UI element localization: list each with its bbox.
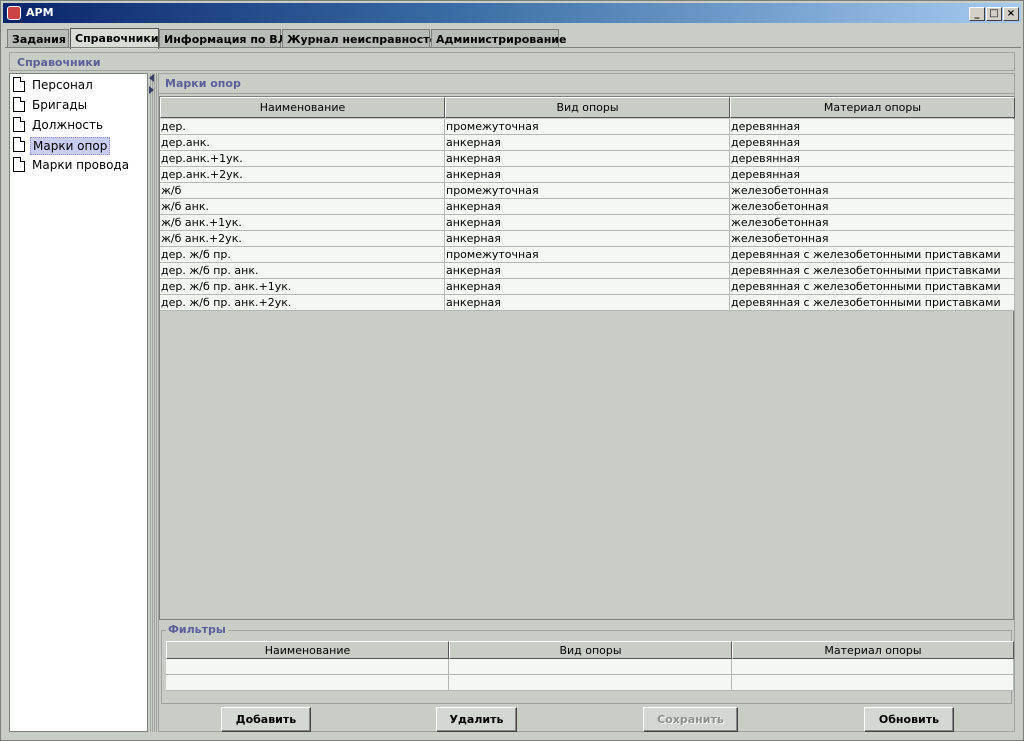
tree-item-label: Марки провода (32, 158, 130, 172)
table-row[interactable]: дер. ж/б пр. анк.+1ук. анкерная деревянная… (160, 279, 1015, 295)
main-title: Марки опор (159, 74, 1014, 94)
table-row[interactable]: дер. ж/б пр. анк. анкерная деревянная с же… (160, 263, 1015, 279)
document-icon (13, 97, 25, 112)
table-cell[interactable]: деревянная (730, 167, 1015, 183)
column-header-pole-kind[interactable]: Вид опоры (445, 97, 730, 118)
filter-header-name: Наименование (166, 641, 449, 659)
table-cell[interactable]: анкерная (445, 279, 730, 295)
filter-row-cell[interactable] (732, 675, 1014, 691)
table-cell[interactable]: анкерная (445, 295, 730, 311)
add-button[interactable]: Добавить (221, 707, 311, 732)
window-title: АРМ (26, 6, 54, 19)
tab-line-info[interactable]: Информация по ВЛ (159, 29, 287, 48)
tree-item-label: Бригады (32, 98, 88, 112)
close-button[interactable]: × (1003, 7, 1019, 21)
table-row[interactable]: дер. ж/б пр. анк.+2ук. анкерная деревянная… (160, 295, 1015, 311)
table-cell[interactable]: деревянная с железобетонными приставками (730, 279, 1015, 295)
expand-right-icon[interactable] (149, 86, 154, 94)
filter-row-cell[interactable] (449, 675, 732, 691)
table-cell[interactable]: деревянная (730, 119, 1015, 135)
tab-tasks[interactable]: Задания (7, 29, 69, 48)
minimize-button[interactable]: _ (969, 7, 985, 21)
table-row[interactable]: дер. ж/б пр. промежуточная деревянная с же… (160, 247, 1015, 263)
table-cell[interactable]: анкерная (445, 215, 730, 231)
document-icon (13, 77, 25, 92)
tab-directories[interactable]: Справочники (70, 28, 159, 49)
table-row[interactable]: ж/б анк. анкерная железобетонная (160, 199, 1015, 215)
table-cell[interactable]: деревянная (730, 151, 1015, 167)
table-cell[interactable]: деревянная с железобетонными приставками (730, 247, 1015, 263)
table-row[interactable]: ж/б анк.+1ук. анкерная железобетонная (160, 215, 1015, 231)
app-icon (7, 6, 21, 20)
table-cell[interactable]: ж/б анк. (160, 199, 445, 215)
table-row[interactable]: ж/б анк.+2ук. анкерная железобетонная (160, 231, 1015, 247)
maximize-button[interactable]: □ (986, 7, 1002, 21)
table-cell[interactable]: ж/б (160, 183, 445, 199)
table-cell[interactable]: ж/б анк.+1ук. (160, 215, 445, 231)
table-cell[interactable]: дер.анк. (160, 135, 445, 151)
table-cell[interactable]: анкерная (445, 135, 730, 151)
filter-row-cell[interactable] (166, 675, 449, 691)
filters-title: Фильтры (166, 623, 228, 636)
table-row[interactable]: ж/б промежуточная железобетонная (160, 183, 1015, 199)
table-cell[interactable]: дер. ж/б пр. анк. (160, 263, 445, 279)
table-row[interactable]: дер.анк.+1ук. анкерная деревянная (160, 151, 1015, 167)
table-cell[interactable]: дер.анк.+2ук. (160, 167, 445, 183)
table-cell[interactable]: дер. ж/б пр. анк.+2ук. (160, 295, 445, 311)
delete-button[interactable]: Удалить (436, 707, 517, 732)
main-panel: Марки опор Наименование Вид опоры Матери… (158, 73, 1015, 732)
filter-header-pole-material: Материал опоры (732, 641, 1014, 659)
document-icon (13, 157, 25, 172)
pole-types-table: Наименование Вид опоры Материал опоры де… (159, 96, 1015, 620)
table-cell[interactable]: железобетонная (730, 215, 1015, 231)
table-cell[interactable]: анкерная (445, 231, 730, 247)
table-cell[interactable]: деревянная с железобетонными приставками (730, 295, 1015, 311)
tree-item-label: Марки опор (30, 137, 111, 155)
filter-pole-kind-input[interactable] (449, 659, 732, 675)
tab-administration[interactable]: Администрирование (431, 29, 566, 48)
table-cell[interactable]: дер.анк.+1ук. (160, 151, 445, 167)
table-cell[interactable]: анкерная (445, 263, 730, 279)
table-cell[interactable]: деревянная (730, 135, 1015, 151)
table-cell[interactable]: дер. ж/б пр. анк.+1ук. (160, 279, 445, 295)
directory-tree: Персонал Бригады Должность Марки опор Ма… (9, 73, 148, 732)
table-row[interactable]: дер.анк.+2ук. анкерная деревянная (160, 167, 1015, 183)
table-row[interactable]: дер.анк. анкерная деревянная (160, 135, 1015, 151)
filter-pole-material-input[interactable] (732, 659, 1014, 675)
column-header-pole-material[interactable]: Материал опоры (730, 97, 1015, 118)
filters-panel: Фильтры Наименование Вид опоры Материал … (161, 623, 1014, 704)
section-title: Справочники (9, 52, 1015, 71)
table-cell[interactable]: дер. (160, 119, 445, 135)
table-cell[interactable]: анкерная (445, 167, 730, 183)
table-cell[interactable]: промежуточная (445, 183, 730, 199)
title-bar[interactable]: АРМ _ □ × (3, 3, 1021, 23)
collapse-left-icon[interactable] (149, 74, 154, 82)
document-icon (13, 137, 25, 152)
save-button[interactable]: Сохранить (643, 707, 738, 732)
table-cell[interactable]: анкерная (445, 151, 730, 167)
table-cell[interactable]: железобетонная (730, 231, 1015, 247)
table-cell[interactable]: промежуточная (445, 247, 730, 263)
app-window: АРМ _ □ × Задания Справочники Информация… (0, 0, 1024, 741)
filter-header-pole-kind: Вид опоры (449, 641, 732, 659)
table-row[interactable]: дер. промежуточная деревянная (160, 119, 1015, 135)
table-cell[interactable]: промежуточная (445, 119, 730, 135)
table-cell[interactable]: железобетонная (730, 183, 1015, 199)
refresh-button[interactable]: Обновить (864, 707, 954, 732)
column-header-name[interactable]: Наименование (160, 97, 445, 118)
tree-item-label: Персонал (32, 78, 93, 92)
panel-splitter[interactable] (149, 73, 157, 732)
filter-name-input[interactable] (166, 659, 449, 675)
tab-fault-log[interactable]: Журнал неисправностей (282, 29, 445, 48)
tab-divider (5, 47, 1021, 48)
table-cell[interactable]: железобетонная (730, 199, 1015, 215)
table-cell[interactable]: анкерная (445, 199, 730, 215)
table-cell[interactable]: деревянная с железобетонными приставками (730, 263, 1015, 279)
table-cell[interactable]: дер. ж/б пр. (160, 247, 445, 263)
table-cell[interactable]: ж/б анк.+2ук. (160, 231, 445, 247)
document-icon (13, 117, 25, 132)
tree-item-label: Должность (32, 118, 104, 132)
